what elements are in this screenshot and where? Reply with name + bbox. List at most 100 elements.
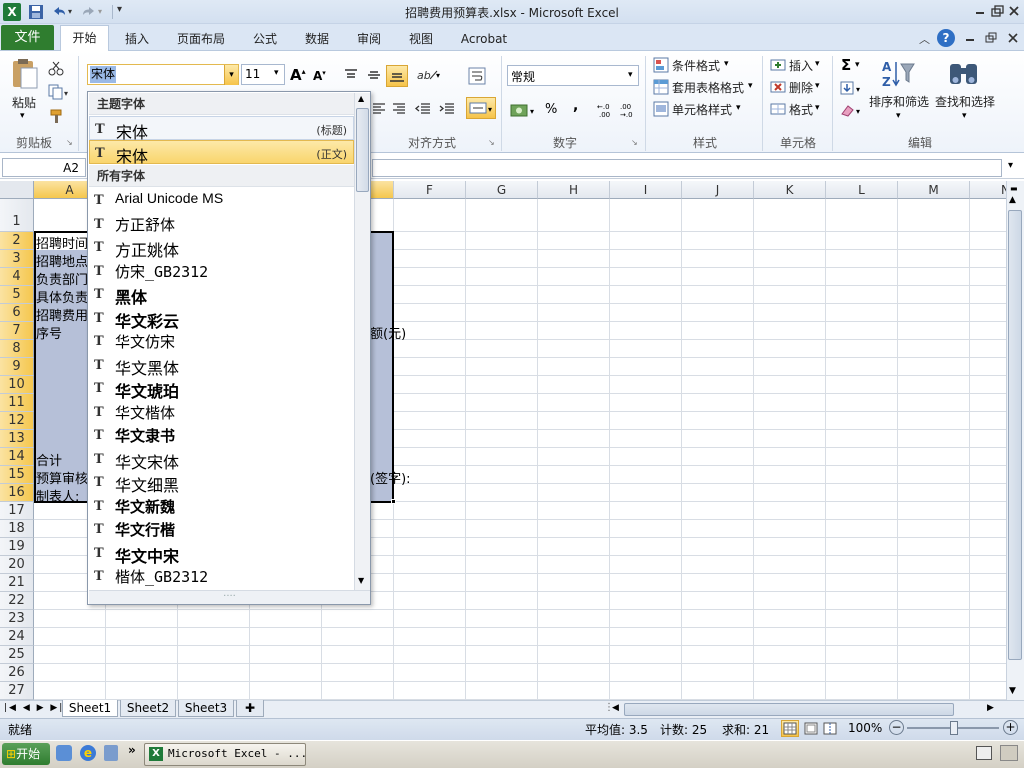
column-header-h[interactable]: H: [538, 181, 610, 199]
cell-a5[interactable]: 具体负责: [36, 287, 88, 306]
font-item-0[interactable]: T Arial Unicode MS: [89, 188, 354, 212]
tab-view[interactable]: 视图: [399, 27, 443, 51]
doc-close-icon[interactable]: [1006, 32, 1020, 44]
font-item-15[interactable]: T 华文中宋: [89, 541, 354, 566]
font-item-7[interactable]: T 华文黑体: [89, 353, 354, 378]
font-name-input[interactable]: 宋体: [90, 66, 116, 83]
row-header-27[interactable]: 27: [0, 682, 34, 700]
help-icon[interactable]: ?: [937, 29, 955, 47]
font-size-dropdown-icon[interactable]: ▾: [274, 68, 279, 78]
clear-icon[interactable]: ▾: [840, 102, 864, 118]
cell-a16[interactable]: 制表人:: [36, 486, 79, 505]
doc-restore-icon[interactable]: [984, 32, 998, 44]
row-header-19[interactable]: 19: [0, 538, 34, 556]
font-dropdown-scrollbar[interactable]: ▲ ▼: [354, 93, 370, 590]
row-header-21[interactable]: 21: [0, 574, 34, 592]
format-cells-dropdown-icon[interactable]: ▾: [815, 103, 820, 113]
currency-icon[interactable]: ▾: [510, 101, 538, 119]
insert-cells-dropdown-icon[interactable]: ▾: [815, 59, 820, 69]
cell-styles-button[interactable]: 单元格样式: [672, 101, 732, 118]
quicklaunch-app-icon[interactable]: [104, 745, 118, 761]
cell-e15[interactable]: (签字):: [370, 468, 411, 487]
font-item-theme-body[interactable]: T 宋体 (正文): [89, 140, 354, 166]
find-select-dropdown-icon[interactable]: ▾: [962, 111, 967, 121]
row-header-7[interactable]: 7: [0, 322, 34, 340]
vertical-scroll-thumb[interactable]: [1008, 210, 1022, 660]
cell-e7[interactable]: 额(元): [370, 323, 406, 342]
select-all-corner[interactable]: [0, 181, 34, 199]
cut-icon[interactable]: [48, 60, 64, 76]
scroll-up-icon[interactable]: ▲: [1009, 195, 1016, 205]
row-header-16[interactable]: 16: [0, 484, 34, 502]
cell-a6[interactable]: 招聘费用: [36, 305, 88, 324]
cell-a14[interactable]: 合计: [36, 450, 62, 469]
row-header-17[interactable]: 17: [0, 502, 34, 520]
quicklaunch-ie-icon[interactable]: e: [80, 745, 96, 761]
align-right-icon[interactable]: [391, 102, 407, 116]
alignment-launcher-icon[interactable]: ↘: [488, 138, 495, 147]
find-select-button[interactable]: 查找和选择: [935, 93, 995, 110]
font-item-3[interactable]: T 仿宋_GB2312: [89, 259, 354, 283]
decrease-decimal-icon[interactable]: .00 →.0: [620, 101, 640, 119]
sort-filter-dropdown-icon[interactable]: ▾: [896, 111, 901, 121]
column-header-f[interactable]: F: [394, 181, 466, 199]
column-header-m[interactable]: M: [898, 181, 970, 199]
page-layout-view-icon[interactable]: [803, 721, 819, 736]
orientation-icon[interactable]: ab ▾: [416, 66, 442, 84]
zoom-in-icon[interactable]: +: [1003, 720, 1018, 735]
close-icon[interactable]: [1006, 4, 1022, 18]
sheet-tab-sheet2[interactable]: Sheet2: [120, 700, 176, 717]
row-header-25[interactable]: 25: [0, 646, 34, 664]
insert-cells-button[interactable]: 插入: [789, 57, 813, 74]
font-item-1[interactable]: T 方正舒体: [89, 212, 354, 236]
expand-formula-bar-icon[interactable]: ▾: [1008, 160, 1013, 171]
insert-sheet-icon[interactable]: ✚: [236, 700, 264, 717]
restore-icon[interactable]: [989, 4, 1005, 18]
font-item-10[interactable]: T 华文隶书: [89, 423, 354, 447]
sort-filter-icon[interactable]: AZ: [880, 58, 916, 90]
font-item-11[interactable]: T 华文宋体: [89, 447, 354, 472]
number-format-dropdown-icon[interactable]: ▾: [628, 70, 633, 80]
scroll-left-icon[interactable]: ◀: [612, 703, 619, 713]
shrink-font-icon[interactable]: A▾: [313, 69, 326, 83]
name-box[interactable]: A2: [2, 158, 86, 177]
scroll-right-icon[interactable]: ▶: [987, 703, 994, 713]
percent-button[interactable]: %: [545, 102, 557, 117]
row-header-12[interactable]: 12: [0, 412, 34, 430]
grow-font-icon[interactable]: A▴: [290, 66, 306, 84]
horizontal-scroll-thumb[interactable]: [624, 703, 954, 716]
font-item-theme-heading[interactable]: T 宋体 (标题): [89, 116, 354, 142]
sheet-tab-sheet3[interactable]: Sheet3: [178, 700, 234, 717]
align-top-icon[interactable]: [343, 68, 359, 82]
row-header-8[interactable]: 8: [0, 340, 34, 358]
tab-data[interactable]: 数据: [295, 27, 339, 51]
zoom-out-icon[interactable]: −: [889, 720, 904, 735]
delete-cells-icon[interactable]: [770, 79, 786, 95]
row-header-10[interactable]: 10: [0, 376, 34, 394]
align-bottom-button[interactable]: [386, 65, 408, 87]
tab-acrobat[interactable]: Acrobat: [455, 27, 513, 51]
row-header-5[interactable]: 5: [0, 286, 34, 304]
row-header-18[interactable]: 18: [0, 520, 34, 538]
font-item-2[interactable]: T 方正姚体: [89, 235, 354, 260]
font-size-input[interactable]: 11: [245, 67, 260, 81]
tab-formulas[interactable]: 公式: [243, 27, 287, 51]
column-header-i[interactable]: I: [610, 181, 682, 199]
scroll-down-icon[interactable]: ▼: [1009, 686, 1016, 696]
quicklaunch-explorer-icon[interactable]: [56, 745, 72, 761]
row-header-14[interactable]: 14: [0, 448, 34, 466]
split-box-icon[interactable]: ▬: [1010, 184, 1018, 193]
comma-button[interactable]: ,: [573, 98, 578, 114]
font-item-12[interactable]: T 华文细黑: [89, 470, 354, 495]
row-header-13[interactable]: 13: [0, 430, 34, 448]
font-item-16[interactable]: T 楷体_GB2312: [89, 564, 354, 588]
font-item-5[interactable]: T 华文彩云: [89, 306, 354, 331]
font-item-8[interactable]: T 华文琥珀: [89, 376, 354, 401]
clipboard-launcher-icon[interactable]: ↘: [66, 138, 73, 147]
format-as-table-button[interactable]: 套用表格格式: [672, 79, 744, 96]
font-item-4[interactable]: T 黑体: [89, 282, 354, 307]
copy-icon[interactable]: ▾: [48, 84, 70, 100]
row-header-11[interactable]: 11: [0, 394, 34, 412]
cell-a7[interactable]: 序号: [36, 323, 62, 342]
conditional-format-button[interactable]: 条件格式: [672, 57, 720, 74]
